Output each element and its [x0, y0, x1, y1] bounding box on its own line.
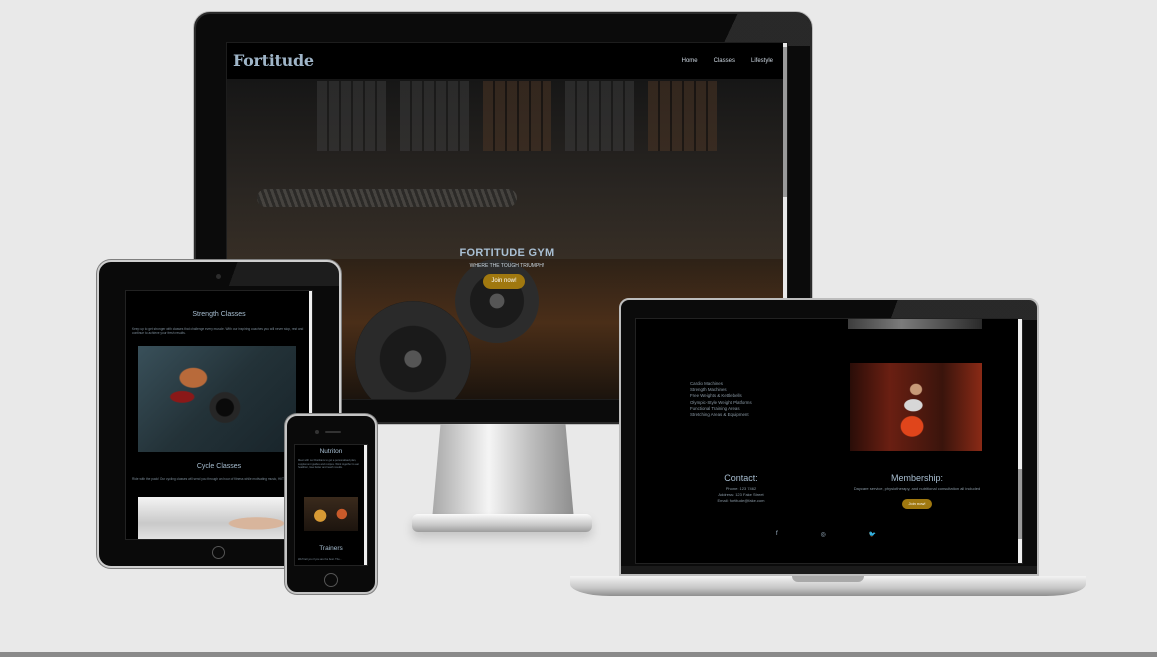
social-links: f ◎ 🐦 — [776, 531, 876, 538]
camera-icon — [315, 430, 319, 434]
facebook-icon[interactable]: f — [776, 531, 778, 538]
cycle-class-image — [138, 497, 296, 539]
contact-email[interactable]: Email: fortitude@fake.com — [676, 498, 806, 504]
nutrition-heading: Nutriton — [319, 448, 343, 455]
home-button[interactable] — [324, 573, 338, 587]
desktop-nav-links: Home Classes Lifestyle — [682, 58, 773, 64]
twitter-icon[interactable]: 🐦 — [869, 531, 876, 538]
instagram-icon[interactable]: ◎ — [820, 531, 825, 538]
strength-classes-heading: Strength Classes — [192, 311, 246, 318]
desktop-navbar: Fortitude Home Classes Lifestyle — [227, 43, 787, 79]
strength-class-image — [138, 346, 296, 452]
monitor-stand — [432, 424, 574, 520]
laptop-scrollbar[interactable] — [1018, 319, 1022, 563]
join-now-button[interactable]: Join now! — [483, 274, 525, 289]
camera-icon — [216, 274, 221, 279]
laptop-notch — [792, 576, 864, 582]
tablet-gloss — [209, 262, 339, 286]
phone-device: Nutriton Meet with our Dietitians to get… — [285, 414, 377, 594]
contact-heading: Contact: — [724, 473, 758, 483]
home-button[interactable] — [212, 546, 225, 559]
desktop-logo[interactable]: Fortitude — [233, 51, 314, 70]
contact-section: Contact: Phone: 123 7462 Address: 123 Fa… — [676, 473, 806, 504]
page-bottom-strip — [0, 652, 1157, 657]
nutrition-image — [304, 497, 358, 531]
gym-workout-image — [850, 363, 982, 451]
strength-classes-text: Keep up to get stronger with classes tha… — [132, 327, 304, 336]
laptop-device: Cardio Machines Strength Machines Free W… — [619, 298, 1039, 576]
weight-plate — [455, 259, 539, 343]
trainers-text: We'll tell you if you are the best. The.… — [298, 558, 342, 561]
battle-rope — [257, 189, 517, 207]
nav-home[interactable]: Home — [682, 58, 698, 64]
phone-screen: Nutriton Meet with our Dietitians to get… — [294, 444, 368, 566]
membership-section: Membership: Daycare service, physiothera… — [832, 473, 1002, 510]
trainers-heading: Trainers — [319, 545, 343, 552]
laptop-bezel — [621, 566, 1037, 574]
laptop-gloss — [871, 300, 1037, 320]
join-now-button[interactable]: Join now! — [902, 499, 932, 509]
phone-scrollbar[interactable] — [364, 445, 367, 565]
nav-classes[interactable]: Classes — [714, 58, 735, 64]
list-item: Olympic-Style Weight Platforms — [690, 399, 752, 405]
facilities-list: Cardio Machines Strength Machines Free W… — [690, 381, 752, 418]
nutrition-text: Meet with our Dietitians to get a person… — [298, 459, 359, 470]
laptop-screen: Cardio Machines Strength Machines Free W… — [635, 318, 1023, 564]
speaker-icon — [325, 431, 341, 433]
cropped-image — [848, 319, 982, 329]
monitor-base — [412, 514, 592, 532]
nav-lifestyle[interactable]: Lifestyle — [751, 58, 773, 64]
gym-windows — [317, 81, 717, 151]
hero-title: FORTITUDE GYM — [459, 247, 555, 259]
membership-heading: Membership: — [890, 473, 944, 483]
membership-text: Daycare service, physiotherapy, and nutr… — [853, 486, 981, 491]
list-item: Stretching Areas & Equipment — [690, 412, 749, 418]
